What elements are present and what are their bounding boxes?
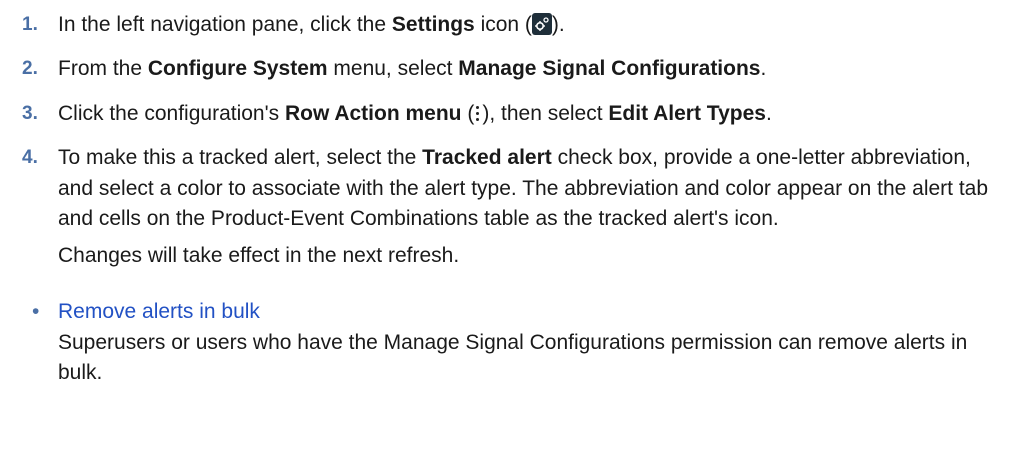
ui-term-row-action-menu: Row Action menu bbox=[284, 101, 462, 125]
remove-alerts-link[interactable]: Remove alerts in bulk bbox=[58, 300, 260, 323]
related-topic: • Remove alerts in bulk Superusers or us… bbox=[22, 297, 998, 388]
step-text-part: menu, select bbox=[327, 57, 459, 81]
step-number: 2. bbox=[22, 58, 38, 80]
step-text-part: . bbox=[765, 101, 772, 125]
step-text: In the left navigation pane, click the S… bbox=[58, 10, 998, 40]
step-text-part: Click the configuration's bbox=[58, 101, 285, 125]
step-number: 1. bbox=[22, 14, 38, 35]
ui-term-settings: Settings bbox=[391, 13, 475, 36]
step-text-part: ). bbox=[551, 13, 565, 36]
step-text-part: In the left navigation pane, click the bbox=[58, 13, 392, 36]
step-text: From the Configure System menu, select M… bbox=[58, 54, 998, 84]
procedure-page: 1. In the left navigation pane, click th… bbox=[0, 0, 1018, 449]
step-text-part: . bbox=[760, 57, 767, 81]
bullet-icon: • bbox=[32, 300, 40, 324]
related-description: Superusers or users who have the Manage … bbox=[58, 330, 968, 384]
step-text: Click the configuration's Row Action men… bbox=[58, 99, 998, 129]
step-text-part: ), then select bbox=[482, 101, 609, 125]
step-text-part: From the bbox=[58, 57, 148, 81]
steps-list: 1. In the left navigation pane, click th… bbox=[22, 10, 998, 271]
step-2: 2. From the Configure System menu, selec… bbox=[22, 54, 998, 84]
step-3: 3. Click the configuration's Row Action … bbox=[22, 99, 998, 129]
ui-term-edit-alert-types: Edit Alert Types bbox=[608, 101, 766, 125]
step-text-part: icon ( bbox=[474, 13, 532, 36]
step-note: Changes will take effect in the next ref… bbox=[58, 243, 460, 267]
step-1: 1. In the left navigation pane, click th… bbox=[22, 10, 998, 40]
step-4: 4. To make this a tracked alert, select … bbox=[22, 143, 998, 271]
ui-term-tracked-alert: Tracked alert bbox=[422, 146, 552, 170]
step-text-part: To make this a tracked alert, select the bbox=[58, 146, 423, 170]
settings-gear-icon bbox=[531, 13, 552, 35]
ui-term-configure-system: Configure System bbox=[147, 57, 328, 81]
step-number: 3. bbox=[22, 102, 38, 124]
kebab-menu-icon bbox=[474, 103, 482, 123]
step-text-part: ( bbox=[461, 101, 475, 125]
step-text: To make this a tracked alert, select the… bbox=[58, 143, 998, 234]
step-number: 4. bbox=[22, 147, 38, 169]
ui-term-manage-signal-configurations: Manage Signal Configurations bbox=[458, 57, 761, 81]
